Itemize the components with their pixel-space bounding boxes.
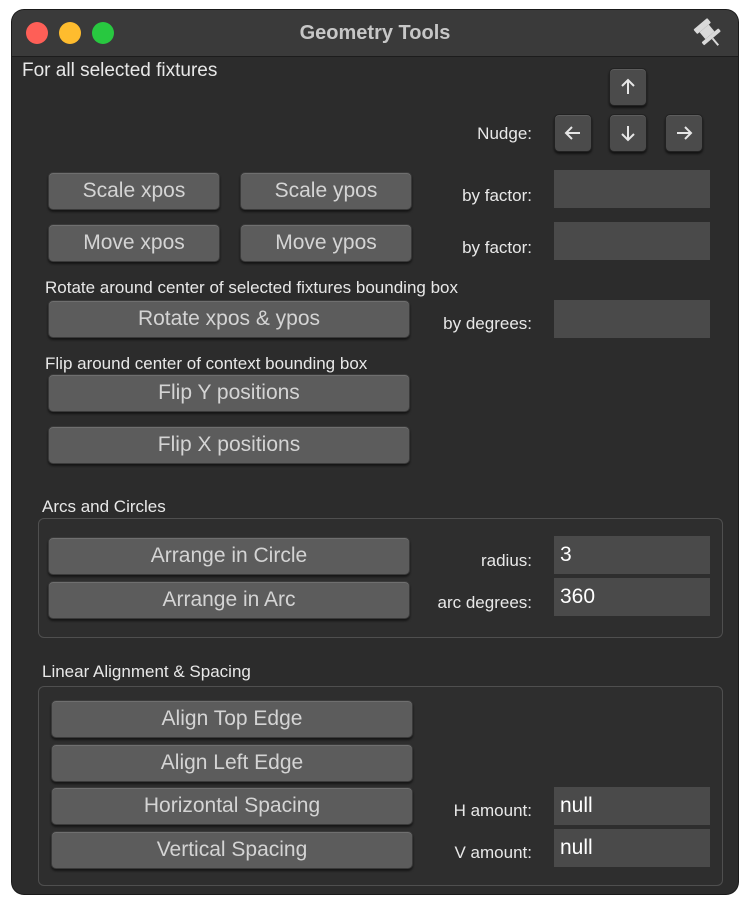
arc-degrees-label: arc degrees:	[437, 593, 533, 612]
linear-section-label: Linear Alignment & Spacing	[42, 662, 251, 681]
nudge-down-button[interactable]	[609, 114, 647, 152]
arrow-left-icon	[564, 126, 580, 140]
flip-x-positions-button[interactable]: Flip X positions	[48, 426, 410, 464]
scale-ypos-button[interactable]: Scale ypos	[240, 172, 412, 210]
move-xpos-button[interactable]: Move xpos	[48, 224, 220, 262]
window-title: Geometry Tools	[299, 22, 451, 44]
flip-y-positions-button[interactable]: Flip Y positions	[48, 374, 410, 412]
align-top-edge-button[interactable]: Align Top Edge	[51, 700, 413, 738]
pin-icon[interactable]	[688, 16, 728, 50]
vertical-spacing-button[interactable]: Vertical Spacing	[51, 831, 413, 869]
rotate-degrees-label: by degrees:	[443, 314, 532, 333]
horizontal-spacing-button[interactable]: Horizontal Spacing	[51, 787, 413, 825]
move-ypos-button[interactable]: Move ypos	[240, 224, 412, 262]
scale-xpos-button[interactable]: Scale xpos	[48, 172, 220, 210]
radius-input[interactable]	[554, 536, 710, 574]
arrange-in-arc-button[interactable]: Arrange in Arc	[48, 581, 410, 619]
nudge-left-button[interactable]	[554, 114, 592, 152]
arrow-right-icon	[677, 126, 693, 140]
scope-label: For all selected fixtures	[22, 60, 218, 81]
arrow-down-icon	[621, 126, 635, 142]
nudge-right-button[interactable]	[665, 114, 703, 152]
rotate-section-label: Rotate around center of selected fixture…	[45, 278, 458, 297]
flip-section-label: Flip around center of context bounding b…	[45, 354, 368, 373]
scale-factor-label: by factor:	[462, 186, 532, 205]
arcs-section-label: Arcs and Circles	[42, 497, 166, 516]
title-bar: Geometry Tools	[12, 10, 738, 57]
nudge-label: Nudge:	[477, 124, 532, 143]
move-factor-input[interactable]	[554, 222, 710, 260]
arrange-in-circle-button[interactable]: Arrange in Circle	[48, 537, 410, 575]
move-factor-label: by factor:	[462, 238, 532, 257]
v-amount-input[interactable]	[554, 829, 710, 867]
v-amount-label: V amount:	[454, 843, 533, 862]
arc-degrees-input[interactable]	[554, 578, 710, 616]
arrow-up-icon	[621, 78, 635, 94]
scale-factor-input[interactable]	[554, 170, 710, 208]
radius-label: radius:	[480, 551, 532, 570]
nudge-up-button[interactable]	[609, 68, 647, 106]
geometry-tools-window: Geometry Tools For all selected fixtures…	[12, 10, 738, 894]
rotate-xpos-ypos-button[interactable]: Rotate xpos & ypos	[48, 300, 410, 338]
align-left-edge-button[interactable]: Align Left Edge	[51, 744, 413, 782]
h-amount-input[interactable]	[554, 787, 710, 825]
rotate-degrees-input[interactable]	[554, 300, 710, 338]
h-amount-label: H amount:	[453, 801, 532, 820]
